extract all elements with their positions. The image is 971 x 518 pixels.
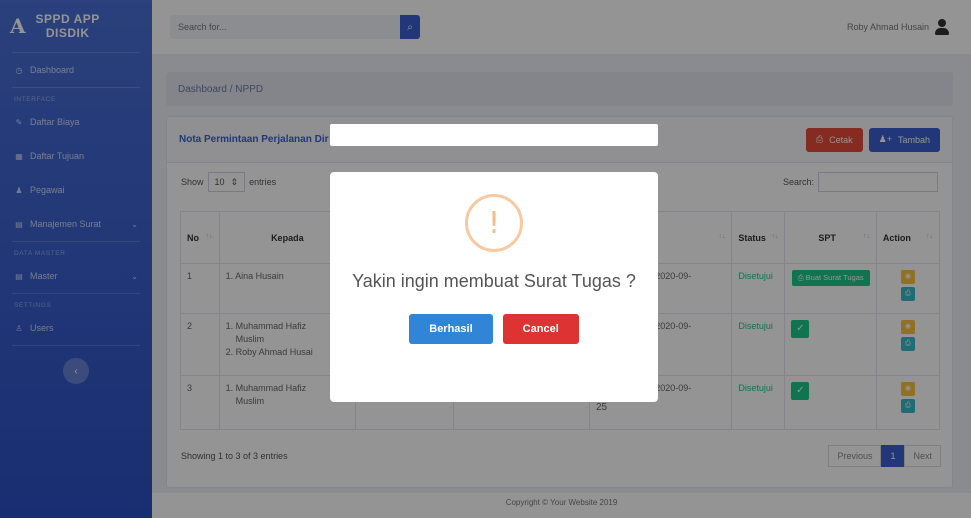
cancel-button[interactable]: Cancel (502, 314, 579, 344)
confirm-dialog: ! Yakin ingin membuat Surat Tugas ? Berh… (330, 172, 658, 402)
warning-icon: ! (465, 194, 523, 252)
confirm-button[interactable]: Berhasil (409, 314, 493, 344)
dialog-message: Yakin ingin membuat Surat Tugas ? (352, 271, 636, 291)
modal-top-strip (330, 124, 658, 146)
